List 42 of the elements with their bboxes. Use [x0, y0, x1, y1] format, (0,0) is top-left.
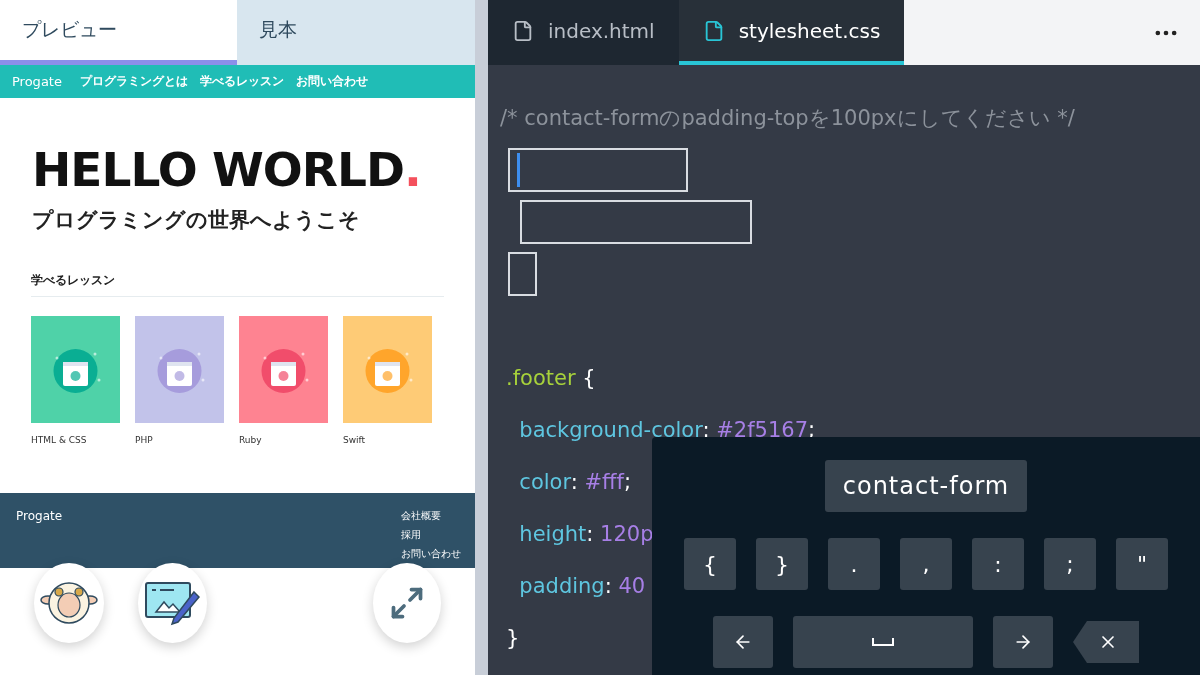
symbol-key[interactable]: {: [684, 538, 736, 590]
preview-tab[interactable]: 見本: [237, 0, 475, 65]
symbol-key[interactable]: ,: [900, 538, 952, 590]
footer-link[interactable]: 採用: [401, 528, 461, 542]
section-heading: 学べるレッスン: [31, 272, 444, 297]
footer-logo: Progate: [16, 509, 63, 523]
lesson-illustration[interactable]: [239, 316, 328, 423]
lesson-name: Swift: [343, 435, 367, 445]
code-comment: /* contact-formのpadding-topを100pxにしてください */: [500, 105, 1075, 132]
fullscreen-button[interactable]: [372, 563, 441, 643]
footer-link[interactable]: お問い合わせ: [401, 547, 461, 561]
picture-pencil-icon: [144, 580, 201, 626]
symbol-key[interactable]: }: [756, 538, 808, 590]
backspace-key[interactable]: [1073, 621, 1139, 663]
image-edit-button[interactable]: [138, 563, 207, 643]
suggestion-key[interactable]: contact-form: [824, 460, 1028, 512]
code-line: height: 120p: [518, 522, 654, 546]
symbol-key[interactable]: .: [828, 538, 880, 590]
file-tab[interactable]: index.html: [488, 0, 679, 65]
lesson-name: PHP: [135, 435, 154, 445]
fill-in-box[interactable]: [508, 148, 688, 192]
symbol-key[interactable]: ;: [1044, 538, 1096, 590]
sheep-button[interactable]: [34, 563, 104, 643]
code-line: color: #fff;: [518, 470, 631, 494]
symbol-key[interactable]: ": [1116, 538, 1168, 590]
lesson-name: Ruby: [239, 435, 263, 445]
code-line: .footer {: [506, 366, 596, 390]
file-icon: [512, 19, 534, 42]
fill-in-box[interactable]: [520, 200, 752, 244]
space-icon: [872, 638, 894, 646]
code-line: }: [506, 626, 520, 650]
hero-title: HELLO WORLD.: [32, 142, 422, 198]
footer-link[interactable]: 会社概要: [401, 509, 461, 523]
text-cursor: [517, 153, 520, 187]
site-logo: Progate: [12, 74, 62, 89]
lesson-illustration[interactable]: [31, 316, 120, 423]
file-tab[interactable]: stylesheet.css: [678, 0, 905, 65]
code-line: padding: 40: [518, 574, 646, 598]
lesson-name: HTML & CSS: [31, 435, 88, 445]
fill-in-box[interactable]: [508, 252, 537, 296]
symbol-key[interactable]: :: [972, 538, 1024, 590]
hero-subtitle: プログラミングの世界へようこそ: [32, 207, 361, 234]
